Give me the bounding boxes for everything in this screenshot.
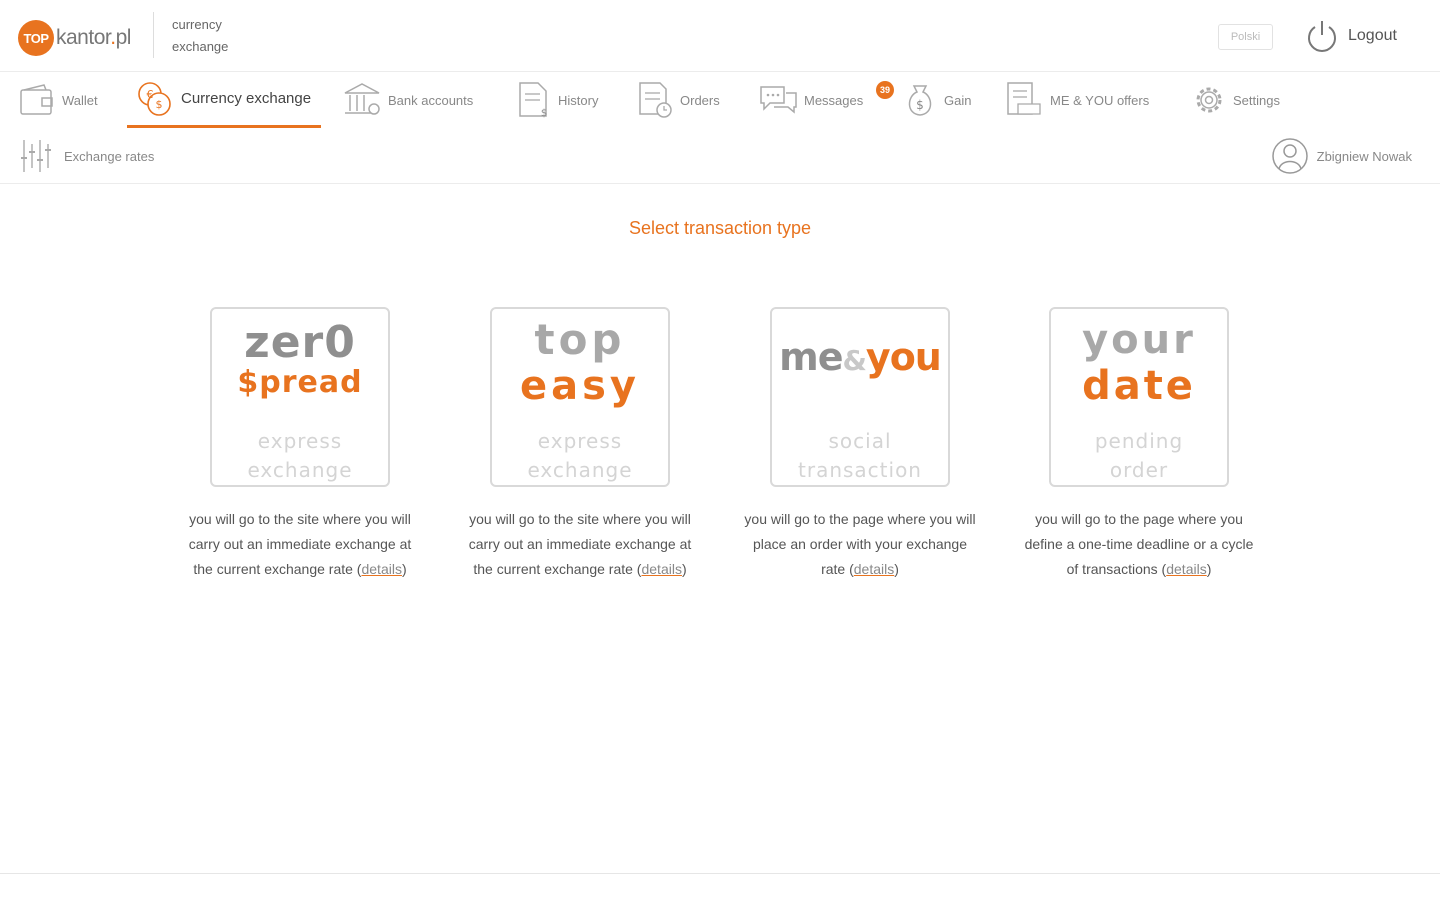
nav-label-bank-accounts: Bank accounts	[388, 92, 474, 108]
top-easy-description: you will go to the site where you will c…	[468, 511, 692, 577]
your-date-logo-line1: your	[1082, 317, 1196, 363]
your-date-description-text: you will go to the page where you define…	[1024, 511, 1254, 577]
logout-button[interactable]: Logout	[1305, 18, 1397, 54]
bank-icon	[342, 81, 382, 119]
header-subtitle-line1: currency	[172, 17, 222, 32]
header-subtitle-line2: exchange	[172, 39, 229, 54]
nav-item-exchange-rates[interactable]: Exchange rates	[18, 128, 154, 184]
money-bag-icon: $	[902, 80, 938, 120]
nav-item-orders[interactable]: Orders	[636, 72, 720, 128]
user-avatar-icon	[1271, 137, 1309, 175]
language-button[interactable]: Polski	[1218, 24, 1273, 50]
logo-badge: TOP	[18, 20, 54, 56]
top-easy-sub-line2: exchange	[527, 458, 633, 482]
logo-text: kantor.pl	[56, 26, 131, 49]
me-and-you-description: you will go to the page where you will p…	[744, 511, 976, 577]
top-easy-logo-line1: top	[534, 315, 626, 364]
top-easy-tile[interactable]: top easy express exchange	[490, 307, 670, 487]
nav-label-currency-exchange: Currency exchange	[181, 90, 312, 107]
zero-spread-details-link[interactable]: details	[361, 561, 401, 577]
header-subtitle: currency exchange	[172, 14, 252, 58]
messages-icon	[758, 81, 798, 119]
transaction-card-top-easy: top easy express exchange you will go to…	[455, 307, 705, 582]
your-date-sub-line1: pending	[1094, 429, 1184, 453]
zero-spread-sub-line2: exchange	[247, 458, 353, 482]
your-date-tile[interactable]: your date pending order	[1049, 307, 1229, 487]
me-and-you-details-link[interactable]: details	[854, 561, 894, 577]
zero-spread-sub-line1: express	[257, 429, 343, 453]
main-nav: Wallet € $ Currency exchange Bank account…	[0, 72, 1440, 128]
messages-count-badge: 39	[876, 81, 894, 99]
gear-icon	[1191, 82, 1227, 118]
nav-label-wallet: Wallet	[62, 92, 98, 108]
top-easy-logo-line2: easy	[519, 363, 640, 409]
nav-item-gain[interactable]: $ Gain	[902, 72, 971, 128]
logo-divider	[153, 12, 154, 58]
user-name: Zbigniew Nowak	[1316, 148, 1412, 164]
nav-item-messages[interactable]: Messages 39	[758, 72, 894, 128]
power-icon	[1305, 18, 1339, 54]
zero-spread-tile[interactable]: zer0 $pread express exchange	[210, 307, 390, 487]
logout-label: Logout	[1348, 27, 1397, 44]
nav-label-exchange-rates: Exchange rates	[64, 148, 155, 164]
transaction-card-me-and-you: me&you social transaction you will go to…	[735, 307, 985, 582]
nav-label-settings: Settings	[1233, 92, 1280, 108]
exchange-rates-icon	[18, 136, 58, 176]
history-document-icon: $	[516, 80, 552, 120]
page-title: Select transaction type	[628, 218, 812, 238]
top-easy-sub-line1: express	[537, 429, 623, 453]
wallet-icon	[18, 82, 56, 118]
nav-item-settings[interactable]: Settings	[1191, 72, 1280, 128]
nav-label-history: History	[558, 92, 599, 108]
nav-item-me-you-offers[interactable]: ME & YOU offers	[1004, 72, 1149, 128]
zero-spread-description: you will go to the site where you will c…	[188, 511, 412, 577]
me-and-you-tile[interactable]: me&you social transaction	[770, 307, 950, 487]
nav-label-messages: Messages	[804, 92, 864, 108]
nav-item-history[interactable]: $ History	[516, 72, 598, 128]
nav-item-wallet[interactable]: Wallet	[18, 72, 98, 128]
transaction-card-zero-spread: zer0 $pread express exchange you will go…	[175, 307, 425, 582]
zero-spread-logo-line2: $pread	[237, 365, 363, 400]
footer-divider	[0, 873, 1440, 874]
svg-text:$: $	[156, 98, 163, 111]
topkantor-logo[interactable]: TOP kantor.pl	[18, 20, 131, 56]
zero-spread-logo-line1: zer0	[244, 317, 356, 368]
nav-item-bank-accounts[interactable]: Bank accounts	[342, 72, 473, 128]
transaction-card-your-date: your date pending order you will go to t…	[1014, 307, 1264, 582]
me-and-you-sub-line1: social	[828, 429, 892, 453]
offers-icon	[1004, 80, 1044, 120]
svg-text:$: $	[916, 98, 924, 112]
your-date-description: you will go to the page where you define…	[1024, 511, 1254, 577]
me-and-you-sub-line2: transaction	[798, 458, 922, 482]
your-date-details-link[interactable]: details	[1166, 561, 1206, 577]
header: TOP kantor.pl currency exchange Polski L…	[0, 0, 1440, 72]
top-easy-details-link[interactable]: details	[641, 561, 681, 577]
nav-label-orders: Orders	[680, 92, 720, 108]
secondary-nav: Exchange rates Zbigniew Nowak	[0, 128, 1440, 184]
nav-label-gain: Gain	[944, 92, 972, 108]
your-date-sub-line2: order	[1109, 458, 1169, 482]
me-and-you-logo: me&you	[779, 335, 942, 379]
svg-text:$: $	[541, 108, 547, 119]
svg-text:€: €	[147, 88, 154, 101]
user-menu[interactable]: Zbigniew Nowak	[1271, 128, 1412, 184]
your-date-logo-line2: date	[1082, 363, 1196, 409]
orders-clock-icon	[636, 80, 674, 120]
nav-label-me-you-offers: ME & YOU offers	[1050, 92, 1150, 108]
nav-item-currency-exchange[interactable]: € $ Currency exchange	[127, 72, 321, 128]
currency-exchange-icon: € $	[135, 80, 175, 118]
